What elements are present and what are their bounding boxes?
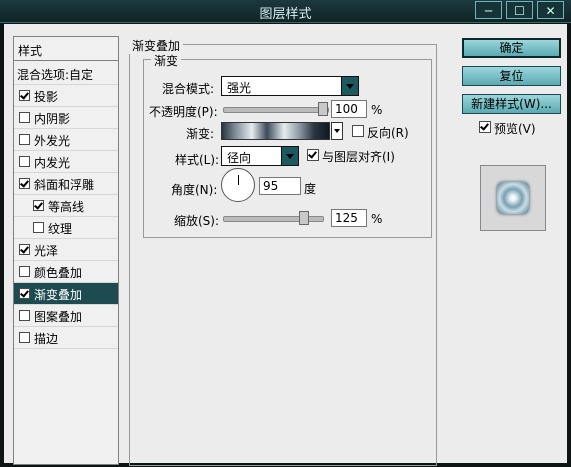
gradient-swatch[interactable]	[221, 122, 330, 140]
scale-input[interactable]: 125	[331, 209, 367, 227]
align-with-layer-checkbox[interactable]	[307, 149, 319, 161]
checkbox-icon[interactable]	[19, 266, 30, 277]
style-item-pattern-overlay[interactable]: 图案叠加	[14, 305, 118, 327]
angle-label: 角度(N):	[171, 183, 218, 197]
scale-label: 缩放(S):	[174, 214, 220, 228]
checkbox-icon[interactable]	[19, 288, 30, 299]
ok-button[interactable]: 确定	[462, 38, 561, 58]
checkbox-icon[interactable]	[19, 178, 30, 189]
close-icon[interactable]: ✕	[537, 1, 564, 19]
blend-options-item[interactable]: 混合选项:自定	[14, 63, 118, 85]
chevron-down-icon[interactable]	[281, 147, 298, 165]
opacity-input[interactable]: 100	[331, 100, 367, 118]
checkbox-icon[interactable]	[19, 112, 30, 123]
scale-unit: %	[371, 212, 383, 226]
style-item-gradient-overlay[interactable]: 渐变叠加	[14, 283, 118, 305]
style-item-drop-shadow[interactable]: 投影	[14, 85, 118, 107]
styles-list: 样式 混合选项:自定 投影 内阴影 外发光 内发光 斜面和浮雕 等高线 纹理 光…	[13, 36, 119, 465]
style-item-outer-glow[interactable]: 外发光	[14, 129, 118, 151]
chevron-down-icon[interactable]	[341, 77, 358, 95]
checkbox-icon[interactable]	[19, 156, 30, 167]
angle-input[interactable]: 95	[259, 177, 301, 195]
style-item-color-overlay[interactable]: 颜色叠加	[14, 261, 118, 283]
maximize-icon[interactable]: ☐	[506, 1, 533, 19]
checkbox-icon[interactable]	[33, 200, 44, 211]
style-preview-thumbnail	[480, 165, 546, 231]
gradient-label: 渐变:	[186, 127, 215, 141]
style-item-bevel-emboss[interactable]: 斜面和浮雕	[14, 173, 118, 195]
reset-button[interactable]: 复位	[462, 66, 561, 86]
opacity-unit: %	[371, 103, 383, 117]
checkbox-icon[interactable]	[19, 90, 30, 101]
preview-swatch	[497, 182, 529, 214]
preview-checkbox[interactable]	[479, 121, 491, 133]
angle-dial-icon[interactable]	[221, 168, 255, 202]
angle-unit: 度	[304, 182, 317, 196]
styles-list-header[interactable]: 样式	[14, 37, 118, 61]
reverse-checkbox[interactable]	[352, 125, 364, 137]
blend-mode-label: 混合模式:	[162, 82, 215, 96]
reverse-label: 反向(R)	[367, 126, 409, 140]
scale-slider-thumb[interactable]	[299, 211, 309, 225]
window-titlebar: 图层样式 ─ ☐ ✕	[0, 0, 571, 23]
preview-label: 预览(V)	[494, 122, 536, 136]
new-style-button[interactable]: 新建样式(W)...	[462, 94, 561, 114]
style-item-inner-shadow[interactable]: 内阴影	[14, 107, 118, 129]
dialog-body: 样式 混合选项:自定 投影 内阴影 外发光 内发光 斜面和浮雕 等高线 纹理 光…	[4, 24, 567, 466]
style-item-texture[interactable]: 纹理	[14, 217, 118, 239]
style-item-contour[interactable]: 等高线	[14, 195, 118, 217]
style-label: 样式(L):	[175, 153, 220, 167]
checkbox-icon[interactable]	[19, 134, 30, 145]
subgroup-title: 渐变	[151, 52, 182, 69]
blend-mode-select[interactable]: 强光	[221, 76, 359, 96]
style-item-satin[interactable]: 光泽	[14, 239, 118, 261]
align-with-layer-label: 与图层对齐(I)	[322, 150, 395, 164]
gradient-dropdown-icon[interactable]	[331, 122, 343, 140]
gradient-style-select[interactable]: 径向	[221, 146, 299, 166]
checkbox-icon[interactable]	[33, 222, 44, 233]
opacity-label: 不透明度(P):	[149, 105, 218, 119]
minimize-icon[interactable]: ─	[475, 1, 502, 19]
opacity-slider-thumb[interactable]	[318, 102, 328, 116]
opacity-slider[interactable]	[223, 107, 329, 113]
checkbox-icon[interactable]	[19, 244, 30, 255]
style-item-inner-glow[interactable]: 内发光	[14, 151, 118, 173]
checkbox-icon[interactable]	[19, 332, 30, 343]
style-item-stroke[interactable]: 描边	[14, 327, 118, 349]
checkbox-icon[interactable]	[19, 310, 30, 321]
